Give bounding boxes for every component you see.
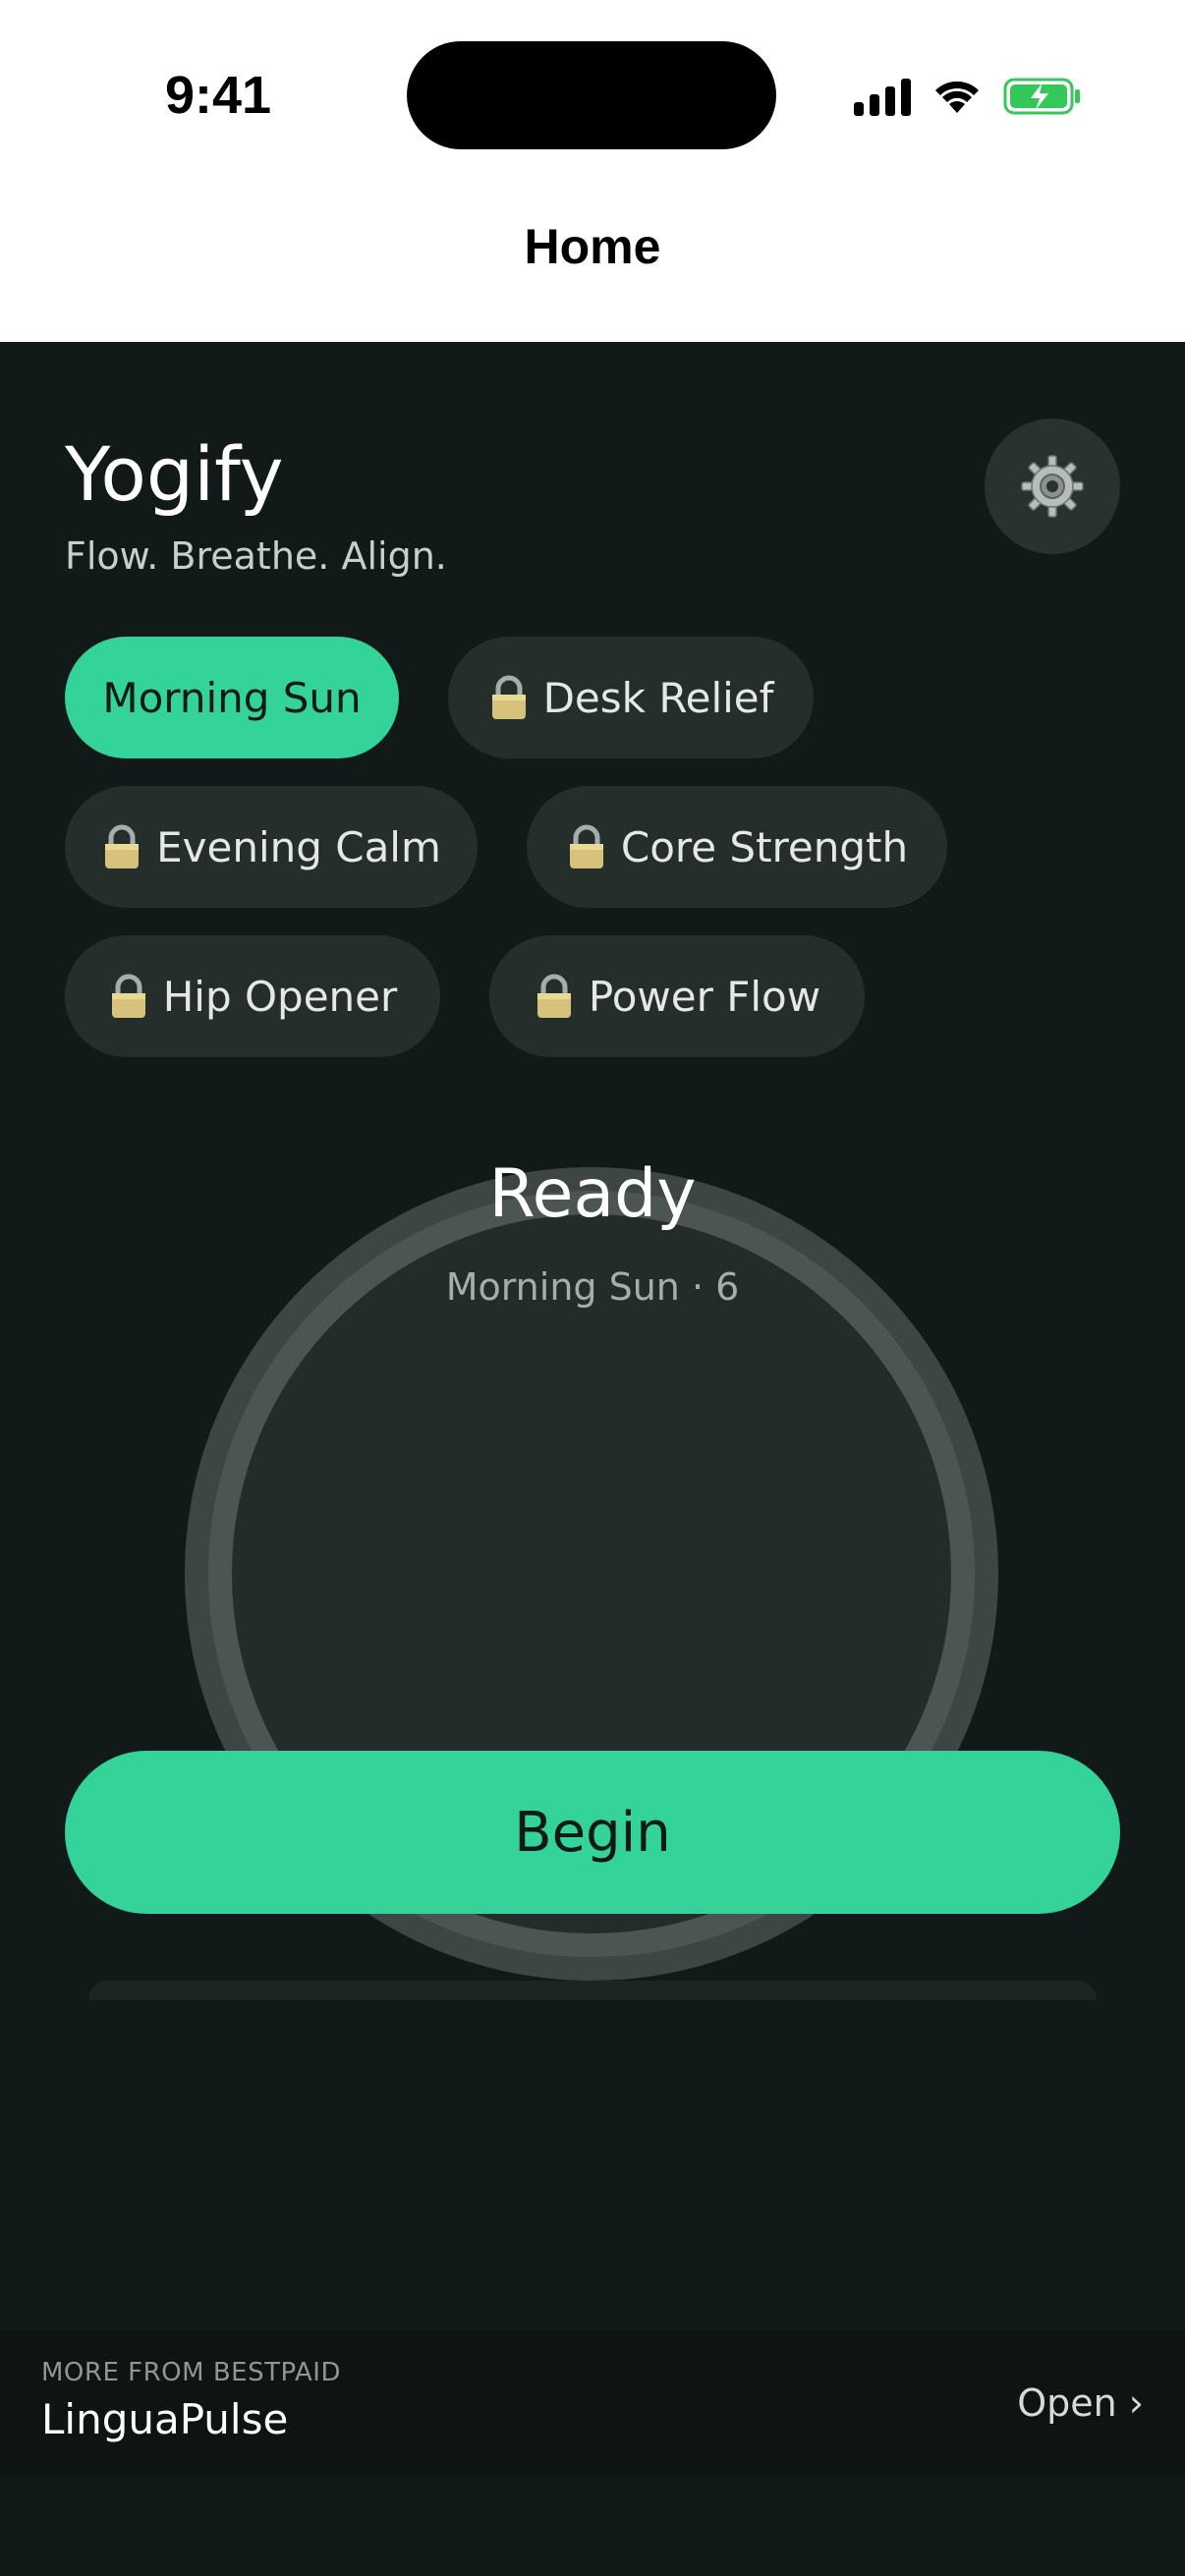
- routine-chip-label: Desk Relief: [542, 673, 774, 722]
- wifi-icon: [935, 81, 979, 113]
- routine-chip-morning-sun[interactable]: Morning Sun: [65, 637, 399, 758]
- lock-icon: [569, 824, 603, 868]
- app-title: Yogify: [65, 430, 284, 518]
- cellular-signal-icon: [854, 77, 911, 116]
- session-detail: Morning Sun · 6: [445, 1265, 740, 1309]
- routine-chip-core-strength[interactable]: Core Strength: [527, 786, 947, 908]
- settings-button[interactable]: [985, 419, 1120, 554]
- promo-app-name: LinguaPulse: [41, 2395, 289, 2443]
- begin-button-label: Begin: [514, 1800, 671, 1865]
- routine-chip-label: Power Flow: [588, 972, 821, 1021]
- lock-icon: [491, 675, 526, 719]
- routine-chip-label: Core Strength: [620, 822, 909, 871]
- routine-chip-label: Evening Calm: [156, 822, 441, 871]
- app-tagline: Flow. Breathe. Align.: [65, 534, 447, 578]
- promo-banner[interactable]: MORE FROM BESTPAID LinguaPulse Open ›: [0, 2330, 1185, 2476]
- status-icons: [854, 71, 1082, 122]
- promo-label: MORE FROM BESTPAID: [41, 2358, 341, 2387]
- session-status: Ready: [488, 1155, 697, 1233]
- nav-title: Home: [524, 219, 661, 274]
- routine-chip-label: Hip Opener: [162, 972, 398, 1021]
- main-content: Yogify Flow. Breathe. Align. Morning Sun…: [0, 342, 1185, 2576]
- routine-chip-label: Morning Sun: [102, 673, 362, 722]
- gear-icon: [1021, 455, 1084, 518]
- begin-button[interactable]: Begin: [65, 1751, 1120, 1914]
- promo-open-link[interactable]: Open ›: [1017, 2381, 1144, 2425]
- top-bar: 9:41 Home: [0, 0, 1185, 342]
- status-time: 9:41: [165, 66, 272, 125]
- lock-icon: [105, 824, 140, 868]
- dynamic-island: [407, 41, 776, 149]
- lock-icon: [536, 974, 571, 1018]
- routine-chip-evening-calm[interactable]: Evening Calm: [65, 786, 478, 908]
- lock-icon: [111, 974, 145, 1018]
- battery-charging-icon: [1003, 78, 1080, 115]
- routine-chip-power-flow[interactable]: Power Flow: [489, 935, 865, 1057]
- scroll-content-edge: [88, 1981, 1097, 2000]
- routine-chip-hip-opener[interactable]: Hip Opener: [65, 935, 440, 1057]
- routine-chip-desk-relief[interactable]: Desk Relief: [448, 637, 814, 758]
